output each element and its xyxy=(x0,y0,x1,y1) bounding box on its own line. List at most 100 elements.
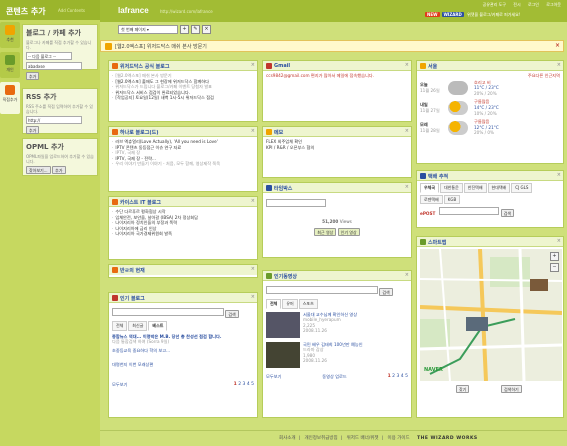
widget-title[interactable]: 하나로 블로그(드) xyxy=(120,129,159,136)
close-icon[interactable]: × xyxy=(557,172,561,178)
list-item[interactable]: 다음 통합검색 하여 (Sorra 9일) xyxy=(112,339,254,345)
top-link-share[interactable]: 공유관리 도구 xyxy=(483,2,506,7)
upload-link[interactable]: 동영상 업로드 xyxy=(322,374,346,380)
video-item[interactable]: 서울대 교수님께 확인하신 영상 mobile_hyerapum 2,225 2… xyxy=(266,311,408,338)
tab-all[interactable]: 전체 xyxy=(266,299,282,309)
footer-link-privacy[interactable]: 개인정보취급방침 xyxy=(305,436,338,441)
widget-promo[interactable]: NEW WIZARD 위젯을 블로그/카페로 퍼가세요! xyxy=(425,12,520,18)
sidebar-tab-direct[interactable]: 직접추가 xyxy=(0,82,20,114)
tab-all[interactable]: 전체 xyxy=(112,321,128,331)
map-canvas[interactable]: NAVER + − xyxy=(420,249,562,381)
sidebar-tab-recommend[interactable]: 추천 xyxy=(0,22,20,48)
sidebar-tab-personal[interactable]: 개인 xyxy=(0,52,20,78)
page-4[interactable]: 4 xyxy=(401,374,404,379)
close-icon[interactable]: × xyxy=(405,62,409,68)
edit-page-icon[interactable]: ✎ xyxy=(191,25,200,34)
zoom-in-icon[interactable]: + xyxy=(550,252,559,261)
widget-title[interactable]: 택배 추적 xyxy=(428,173,448,180)
page-2[interactable]: 2 xyxy=(238,382,241,387)
page-5[interactable]: 5 xyxy=(405,374,408,379)
more-link[interactable]: 모두보기 xyxy=(266,374,281,380)
map-find-button[interactable]: 찾기 xyxy=(456,385,470,393)
page-3[interactable]: 3 xyxy=(243,382,246,387)
opml-add-button[interactable]: 추가 xyxy=(52,166,66,174)
page-5[interactable]: 5 xyxy=(251,382,254,387)
carrier-tab[interactable]: 우체국 xyxy=(420,183,440,193)
blog-add-button[interactable]: 추가 xyxy=(26,72,40,80)
tab-sports[interactable]: 스포츠 xyxy=(298,299,318,309)
close-icon[interactable]: × xyxy=(405,272,409,278)
page-1[interactable]: 1 xyxy=(234,382,237,387)
close-icon[interactable]: × xyxy=(251,128,255,134)
opml-browse-button[interactable]: 찾아보기... xyxy=(26,166,51,174)
close-icon[interactable]: × xyxy=(251,62,255,68)
page-selector[interactable]: 첫 번째 페이지 ▾ xyxy=(118,25,178,34)
top-link-login[interactable]: 로그인 xyxy=(528,2,539,7)
close-icon[interactable]: × xyxy=(557,238,561,244)
close-icon[interactable]: × xyxy=(251,294,255,300)
hotblog-search-button[interactable]: 검색 xyxy=(225,310,239,318)
blog-url-input[interactable]: abadxse xyxy=(26,62,82,70)
memo-line[interactable]: KPI / R&R / 오픈부스 협의 xyxy=(266,145,408,151)
widget-title[interactable]: 반ㄹ의 현재 xyxy=(120,267,145,274)
rss-url-input[interactable]: http:// xyxy=(26,116,82,124)
video-item[interactable]: 국민 배우 김태희 100년만 예능인 드라마 감상 1,980 2008.11… xyxy=(266,341,408,368)
close-icon[interactable]: × xyxy=(555,42,560,49)
carrier-tab[interactable]: 현대택배 xyxy=(487,183,511,193)
brand-title[interactable]: lafrance xyxy=(118,6,149,15)
list-item[interactable]: [작업공지] 토요일(12일) 새벽 1시-5시 위저드닥스 점검 xyxy=(112,95,254,101)
widget-title[interactable]: Gmail xyxy=(274,63,290,69)
recent-video-button[interactable]: 최근 영상 xyxy=(314,228,337,237)
widget-title[interactable]: 인기 블로그 xyxy=(120,295,145,302)
widget-title[interactable]: 위저드닥스 공식 블로그 xyxy=(120,63,169,70)
more-link[interactable]: 모두보기 xyxy=(112,382,127,388)
footer-link-guide[interactable]: 이용 가이드 xyxy=(387,436,409,441)
carrier-tab[interactable]: KGB xyxy=(443,194,461,205)
notice-bar[interactable]: [웹2.0엑스포] 위저드닥스 매쉬 본사 방문기 × xyxy=(100,40,564,52)
widget-title[interactable]: 스마트맵 xyxy=(428,239,446,246)
list-item[interactable]: 우리 이야기 만들기 이야기 - 처음, 모두 함께, 영상제작 쭉욱 xyxy=(112,161,254,167)
notice-text[interactable]: [웹2.0엑스포] 위저드닥스 매쉬 본사 방문기 xyxy=(115,43,207,50)
close-icon[interactable]: × xyxy=(405,184,409,190)
add-page-icon[interactable]: + xyxy=(180,25,189,34)
page-3[interactable]: 3 xyxy=(396,374,399,379)
map-search-button[interactable]: 검색하기 xyxy=(500,385,522,393)
close-icon[interactable]: × xyxy=(251,266,255,272)
delete-page-icon[interactable]: × xyxy=(202,25,211,34)
blog-type-select[interactable]: -- 다음 블로그 -- xyxy=(26,52,72,60)
top-link-logout[interactable]: 로그아웃 xyxy=(546,2,561,7)
widget-title[interactable]: 타임박스 xyxy=(274,185,292,192)
carrier-tab[interactable]: 한진택배 xyxy=(463,183,487,193)
widget-title[interactable]: 인기동영상 xyxy=(274,273,297,280)
carrier-tab[interactable]: CJ GLS xyxy=(511,183,533,193)
brand-url[interactable]: http://wizard.com/lafrance xyxy=(160,9,213,14)
list-item[interactable]: 대명천지 이번 모래상편 xyxy=(112,362,254,368)
tracking-search-button[interactable]: 검색 xyxy=(500,209,515,218)
tab-best[interactable]: 베스트 xyxy=(148,321,168,331)
footer-link-banner[interactable]: 위저드 배너/위젯 xyxy=(347,436,379,441)
close-icon[interactable]: × xyxy=(251,198,255,204)
page-2[interactable]: 2 xyxy=(392,374,395,379)
top-link-view[interactable]: 전시 xyxy=(513,2,520,7)
list-item[interactable]: 나이지리아 국가경제위원회 발족 xyxy=(112,231,254,237)
timebox-input[interactable] xyxy=(266,199,326,207)
carrier-tab[interactable]: 대한통운 xyxy=(440,183,463,193)
widget-title[interactable]: 서울 xyxy=(428,63,437,70)
video-search-input[interactable] xyxy=(266,286,378,294)
hotblog-search-input[interactable] xyxy=(112,308,224,316)
close-icon[interactable]: × xyxy=(557,62,561,68)
weather-location[interactable]: 주요다른 인근지역 xyxy=(420,73,560,79)
footer-link-about[interactable]: 회사소개 xyxy=(279,436,296,441)
gmail-message[interactable]: ccs9842@gmail.com 편지가 많아서 메일에 접속했습니다. xyxy=(266,73,408,79)
widget-title[interactable]: 메모 xyxy=(274,129,283,136)
page-1[interactable]: 1 xyxy=(388,374,391,379)
widget-title[interactable]: 카이스트 IT 블로그 xyxy=(120,199,161,206)
rss-add-button[interactable]: 추가 xyxy=(26,126,40,134)
popular-video-button[interactable]: 인기 영상 xyxy=(337,228,360,237)
tab-recent[interactable]: 최신글 xyxy=(128,321,148,331)
tracking-number-input[interactable] xyxy=(439,207,500,216)
close-icon[interactable]: × xyxy=(405,128,409,134)
page-4[interactable]: 4 xyxy=(247,382,250,387)
carrier-tab[interactable]: 로젠택배 xyxy=(420,194,443,205)
tab-humor[interactable]: 유머 xyxy=(282,299,298,309)
